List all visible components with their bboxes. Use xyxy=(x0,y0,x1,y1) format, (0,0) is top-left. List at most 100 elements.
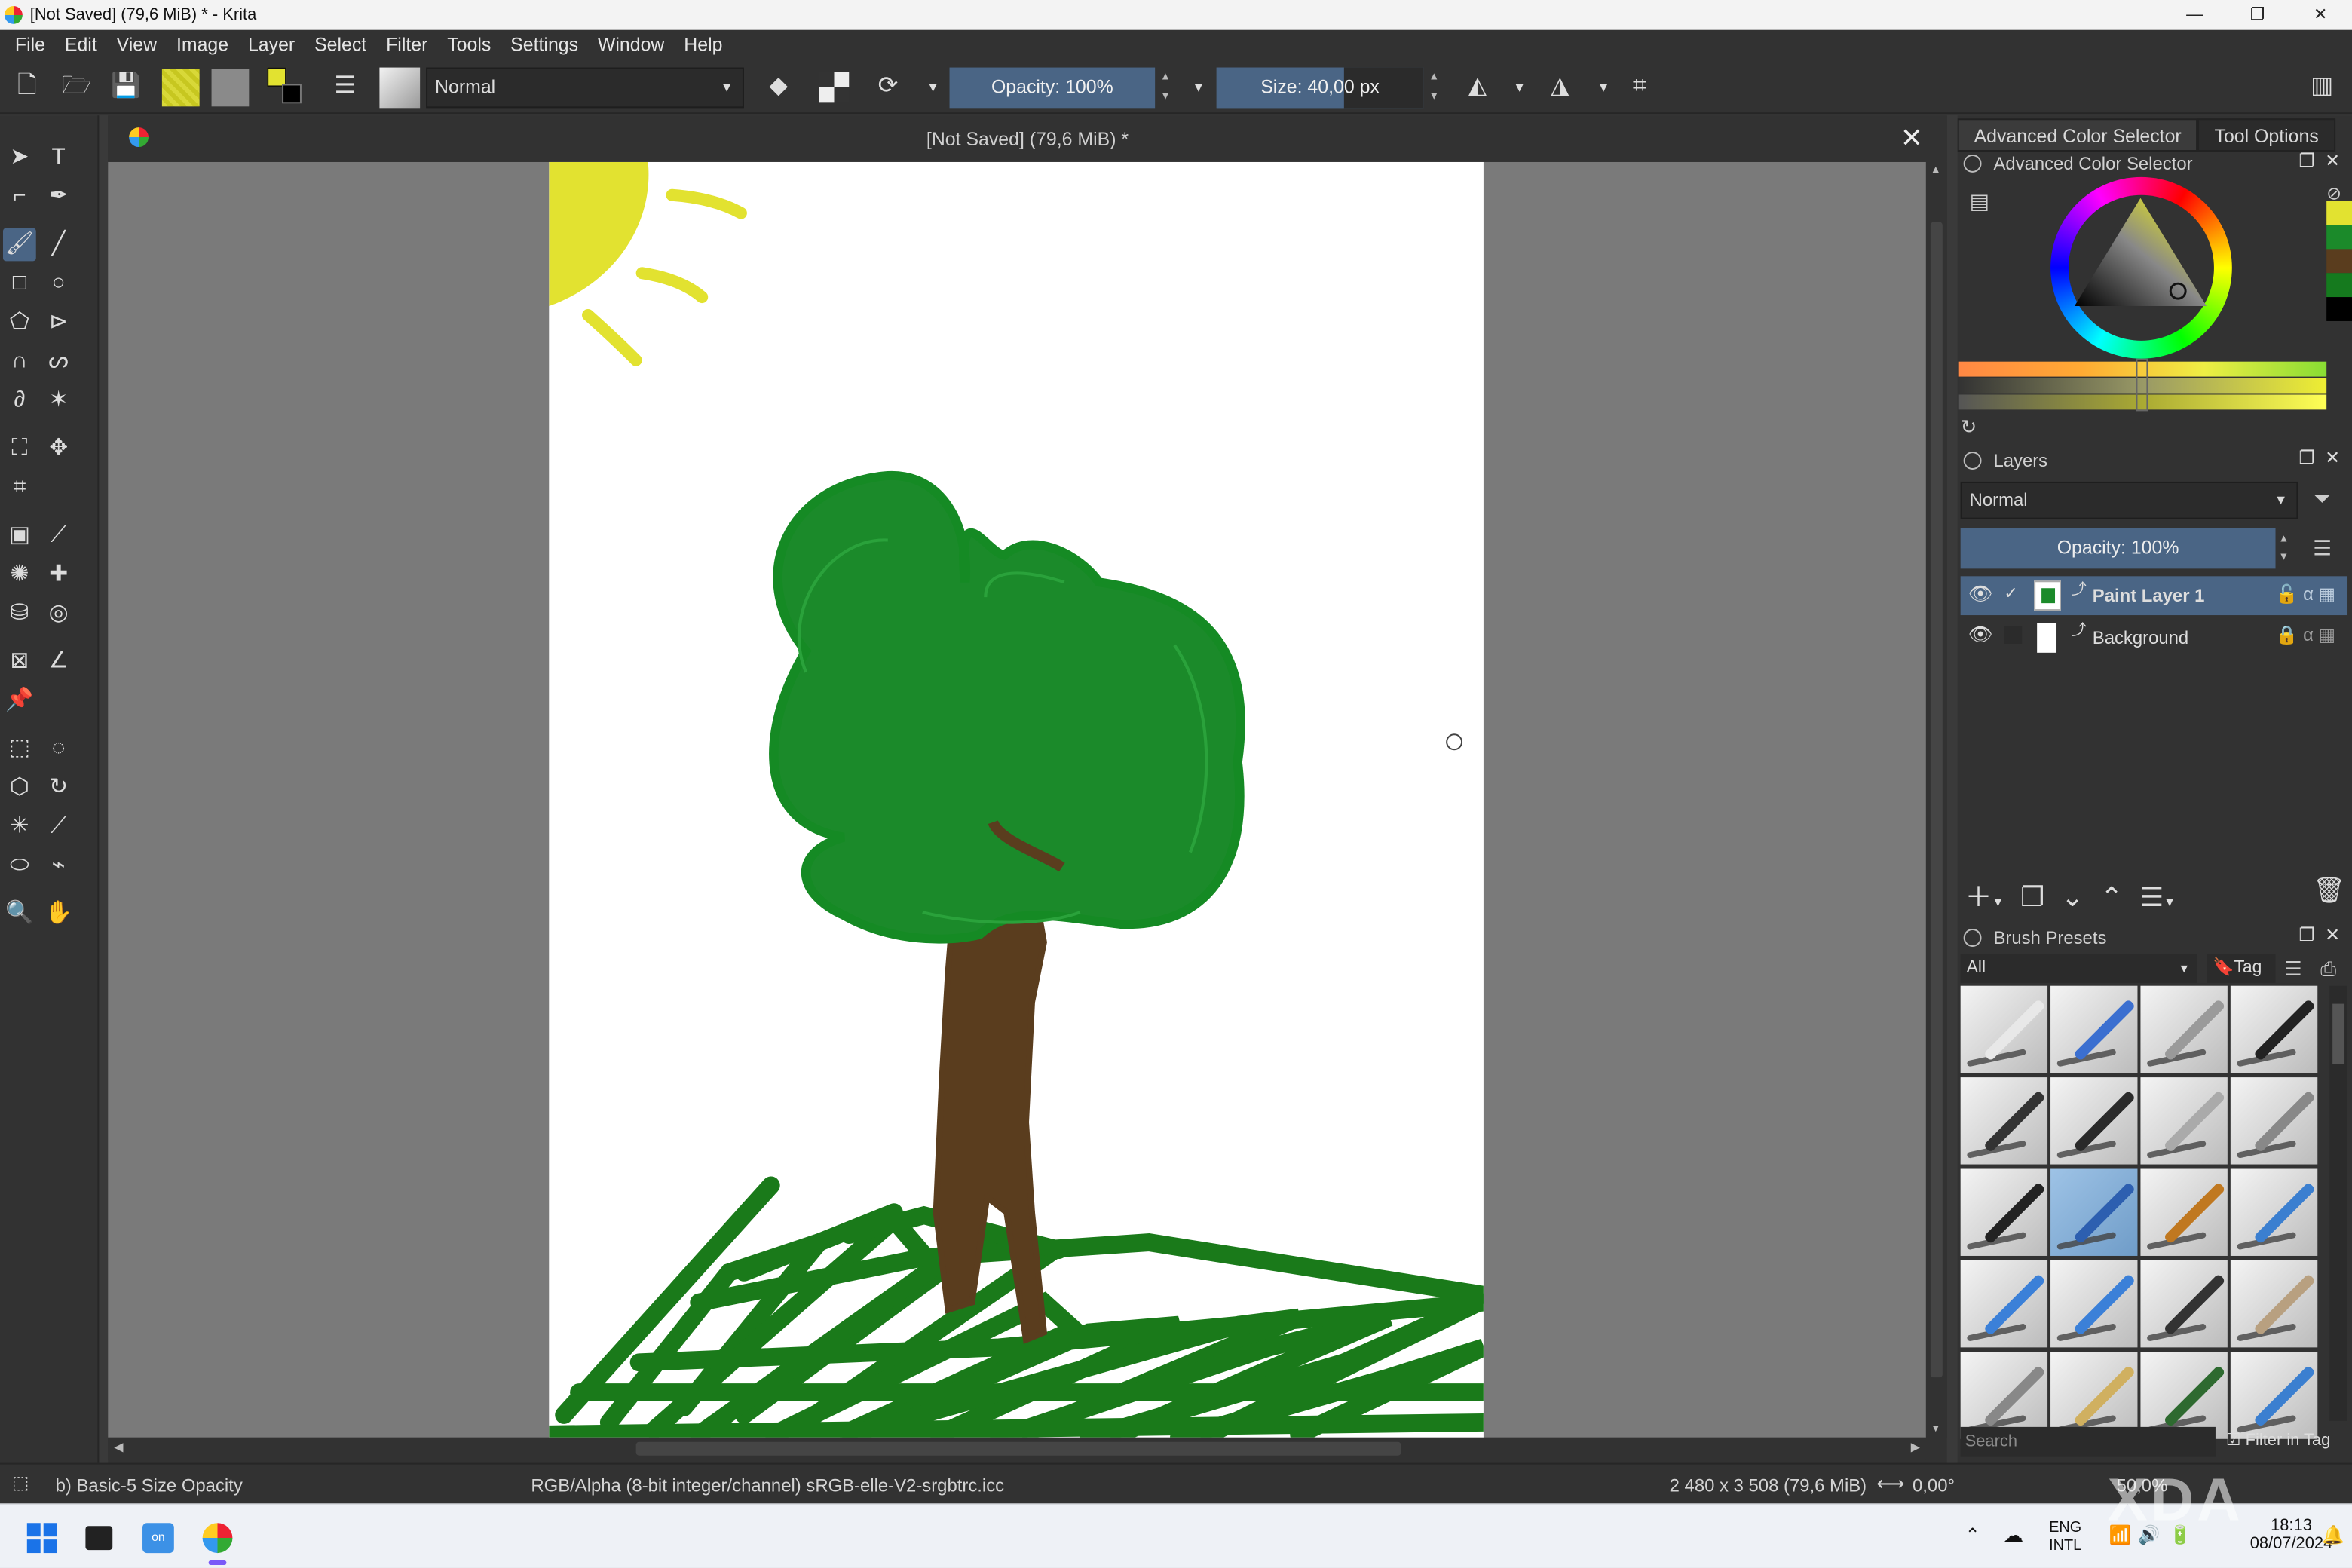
polygon-tool-icon[interactable]: ⬠ xyxy=(3,306,36,339)
freehand-brush-tool-icon[interactable]: 🖌 xyxy=(2,228,36,262)
brush-preset-tile[interactable] xyxy=(1960,1352,2048,1439)
bezier-select-tool-icon[interactable]: ⬭ xyxy=(3,850,36,883)
move-tool-icon[interactable]: ✥ xyxy=(42,432,75,465)
filter-in-tag-checkbox[interactable]: ☑ Filter in Tag xyxy=(2226,1430,2330,1450)
color-bar-handle[interactable] xyxy=(2136,358,2148,412)
crop-tool-icon[interactable]: ⌗ xyxy=(3,471,36,504)
close-window-button[interactable]: ✕ xyxy=(2289,0,2352,30)
save-document-icon[interactable]: 💾 xyxy=(111,72,141,103)
tray-overflow-icon[interactable]: ⌃ xyxy=(1965,1526,1980,1544)
preset-scrollbar[interactable] xyxy=(2329,985,2348,1421)
multibrush-tool-icon[interactable]: ✶ xyxy=(42,384,75,418)
vertical-scroll-thumb[interactable] xyxy=(1930,222,1943,1378)
brush-preset-tile[interactable] xyxy=(2140,1168,2228,1256)
layer-checkbox-icon[interactable] xyxy=(2004,625,2023,644)
text-tool-icon[interactable]: T xyxy=(42,141,75,174)
brush-preset-tile[interactable] xyxy=(1960,1168,2048,1256)
magnetic-select-tool-icon[interactable]: ⌁ xyxy=(42,850,75,883)
rectangle-tool-icon[interactable]: □ xyxy=(3,267,36,300)
brush-preset-icon[interactable] xyxy=(379,67,421,109)
visibility-eye-icon[interactable]: 👁 xyxy=(1968,582,1993,606)
swatch-1[interactable] xyxy=(2326,201,2352,225)
hue-ring[interactable] xyxy=(2050,176,2232,359)
dynamic-brush-tool-icon[interactable]: ∂ xyxy=(3,384,36,418)
swatch-5[interactable] xyxy=(2326,297,2352,321)
brush-status-icon[interactable]: ⬚ xyxy=(12,1472,29,1493)
color-selector-settings-icon[interactable]: ▤ xyxy=(1970,189,1989,215)
horizontal-scroll-thumb[interactable] xyxy=(635,1441,1401,1456)
onenote-taskbar-icon[interactable]: on xyxy=(142,1523,174,1554)
tag-button[interactable]: 🔖Tag xyxy=(2206,954,2276,983)
vertical-scrollbar[interactable]: ▲ ▼ xyxy=(1925,161,1947,1438)
opacity-spin[interactable]: ▲ ▼ xyxy=(1156,68,1174,109)
status-color-space[interactable]: RGB/Alpha (8-bit integer/channel) sRGB-e… xyxy=(531,1475,1004,1496)
brush-preset-tile[interactable] xyxy=(2050,1260,2138,1348)
zoom-tool-icon[interactable]: 🔍 xyxy=(3,897,36,930)
new-document-icon[interactable]: 🗋 xyxy=(12,72,42,103)
refresh-icon[interactable]: ↻ xyxy=(1961,415,1977,439)
brush-preset-tile[interactable] xyxy=(1960,985,2048,1073)
layer-lock-alpha-icons[interactable]: 🔓 α ▦ xyxy=(2276,583,2335,605)
menu-settings[interactable]: Settings xyxy=(510,35,578,56)
blend-mode-select[interactable]: Normal ▼ xyxy=(426,67,744,109)
mirror-vertical-icon[interactable]: ◮ xyxy=(1545,72,1575,103)
menu-file[interactable]: File xyxy=(15,35,45,56)
swatch-4[interactable] xyxy=(2326,273,2352,298)
preset-view-menu-icon[interactable]: ☰ xyxy=(2284,957,2301,982)
document-tab[interactable]: [Not Saved] (79,6 MiB) * ✕ xyxy=(108,115,1947,161)
rotation-icon[interactable]: ⟷ xyxy=(1876,1472,1904,1496)
horizontal-scrollbar[interactable]: ◀ ▶ xyxy=(108,1437,1926,1460)
calligraphy-tool-icon[interactable]: ✒ xyxy=(42,180,75,213)
size-slider[interactable]: Size: 40,00 px xyxy=(1216,67,1424,109)
brush-preset-tile[interactable] xyxy=(2050,985,2138,1073)
line-tool-icon[interactable]: ╱ xyxy=(42,228,75,262)
reload-dropdown-icon[interactable]: ▼ xyxy=(918,72,948,103)
add-layer-icon[interactable]: ＋ xyxy=(1965,882,1992,912)
move-layer-down-icon[interactable]: ⌄ xyxy=(2061,882,2084,912)
scroll-right-icon[interactable]: ▶ xyxy=(1911,1441,1920,1454)
add-layer-dropdown-icon[interactable]: ▼ xyxy=(1992,896,2004,909)
layers-float-close-icons[interactable]: ❐ ✕ xyxy=(2298,447,2340,468)
mirror-horizontal-icon[interactable]: ◭ xyxy=(1462,72,1493,103)
clock[interactable]: 18:13 08/07/2024 xyxy=(2250,1517,2333,1553)
saturation-triangle[interactable] xyxy=(2050,177,2232,359)
opacity-slider[interactable]: Opacity: 100% xyxy=(949,67,1156,109)
scroll-left-icon[interactable]: ◀ xyxy=(114,1441,123,1454)
menu-select[interactable]: Select xyxy=(314,35,366,56)
layer-row-paint-layer-1[interactable]: 👁 ✓ ⤴ Paint Layer 1 🔓 α ▦ xyxy=(1960,576,2348,616)
preserve-alpha-icon[interactable] xyxy=(819,72,850,103)
gradient-tool-icon[interactable]: ▣ xyxy=(3,519,36,553)
edit-shapes-tool-icon[interactable]: ⌐ xyxy=(3,180,36,213)
mirror-v-dropdown-icon[interactable]: ▼ xyxy=(1588,72,1619,103)
drawing-canvas[interactable] xyxy=(549,161,1484,1438)
brush-preset-tile[interactable] xyxy=(2230,1352,2318,1439)
close-document-icon[interactable]: ✕ xyxy=(1900,123,1923,155)
workspace-icon[interactable]: ▥ xyxy=(2307,72,2337,103)
brush-preset-tile[interactable] xyxy=(2230,985,2318,1073)
menu-filter[interactable]: Filter xyxy=(386,35,427,56)
reload-preset-icon[interactable]: ⟳ xyxy=(873,72,903,103)
tab-advanced-color-selector[interactable]: Advanced Color Selector xyxy=(1957,118,2198,152)
brush-preset-tile[interactable] xyxy=(2230,1168,2318,1256)
similar-select-tool-icon[interactable]: ⟋ xyxy=(42,810,75,844)
menu-tools[interactable]: Tools xyxy=(447,35,491,56)
language-indicator[interactable]: ENG INTL xyxy=(2049,1520,2081,1556)
reference-images-tool-icon[interactable]: 📌 xyxy=(3,684,36,718)
brush-preset-tile[interactable] xyxy=(2140,1260,2228,1348)
brush-presets-float-close-icons[interactable]: ❐ ✕ xyxy=(2298,924,2340,945)
freehand-select-tool-icon[interactable]: ↻ xyxy=(42,771,75,804)
freehand-path-tool-icon[interactable]: ᔕ xyxy=(42,345,75,378)
transform-tool-icon[interactable]: ⛶ xyxy=(3,432,36,465)
menu-layer[interactable]: Layer xyxy=(248,35,295,56)
menu-window[interactable]: Window xyxy=(598,35,664,56)
notification-icon[interactable]: 🔔 xyxy=(2322,1526,2344,1544)
layer-properties-dropdown-icon[interactable]: ▼ xyxy=(2164,896,2176,909)
menu-view[interactable]: View xyxy=(117,35,157,56)
brush-filter-select[interactable]: All ▼ xyxy=(1960,954,2198,983)
brush-preset-tile[interactable] xyxy=(2230,1260,2318,1348)
color-picker-tool-icon[interactable]: ⟋ xyxy=(42,519,75,553)
polygon-select-tool-icon[interactable]: ⬡ xyxy=(3,771,36,804)
mirror-h-dropdown-icon[interactable]: ▼ xyxy=(1505,72,1535,103)
panel-float-close-icons[interactable]: ❐ ✕ xyxy=(2298,150,2340,171)
ellipse-select-tool-icon[interactable]: ◌ xyxy=(42,732,75,765)
